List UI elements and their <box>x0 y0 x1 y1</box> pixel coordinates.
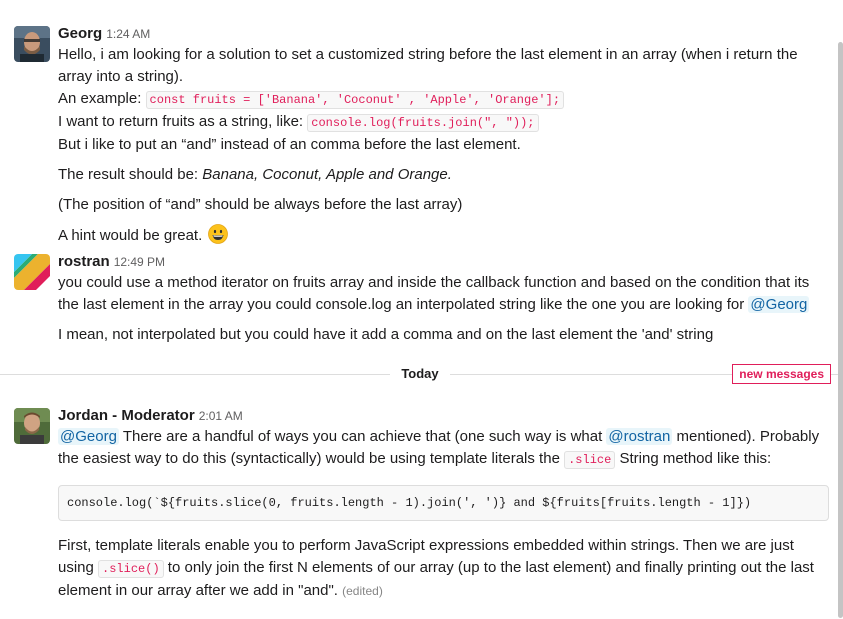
new-messages-badge[interactable]: new messages <box>732 364 831 384</box>
code-block: console.log(`${fruits.slice(0, fruits.le… <box>58 485 829 521</box>
inline-code: .slice() <box>98 560 164 578</box>
text-label: The result should be: <box>58 166 203 183</box>
user-mention[interactable]: @rostran <box>606 428 673 445</box>
sender-name[interactable]: rostran <box>58 253 110 270</box>
message-header: Jordan - Moderator 2:01 AM <box>58 406 829 426</box>
user-mention[interactable]: @Georg <box>58 428 119 445</box>
text-segment: String method like this: <box>615 450 772 467</box>
inline-code: .slice <box>564 451 616 469</box>
edited-label: (edited) <box>342 584 383 598</box>
message-body-rostran: rostran 12:49 PM you could use a method i… <box>58 252 829 346</box>
sender-name[interactable]: Jordan - Moderator <box>58 407 195 424</box>
timestamp[interactable]: 12:49 PM <box>114 255 165 269</box>
message-body-jordan: Jordan - Moderator 2:01 AM @Georg There a… <box>58 406 829 602</box>
message-text: I mean, not interpolated but you could h… <box>58 326 714 343</box>
message-text: @Georg There are a handful of ways you c… <box>58 426 829 471</box>
inline-code: console.log(fruits.join(", ")); <box>307 114 539 132</box>
date-divider: Today new messages <box>0 364 843 384</box>
text-label: I want to return fruits as a string, lik… <box>58 113 308 130</box>
message-text: An example: const fruits = ['Banana', 'C… <box>58 88 829 111</box>
timestamp[interactable]: 1:24 AM <box>106 27 150 41</box>
timestamp[interactable]: 2:01 AM <box>199 409 243 423</box>
result-value: Banana, Coconut, Apple and Orange. <box>202 166 452 183</box>
text-segment: to only join the first N elements of our… <box>58 559 814 599</box>
inline-code: const fruits = ['Banana', 'Coconut' , 'A… <box>145 91 565 109</box>
message-header: Georg 1:24 AM <box>58 24 829 44</box>
message-text: But i like to put an “and” instead of an… <box>58 136 521 153</box>
message-header: rostran 12:49 PM <box>58 252 829 272</box>
message-text: A hint would be great. <box>58 224 829 247</box>
message-text: I want to return fruits as a string, lik… <box>58 111 829 134</box>
avatar-georg[interactable] <box>14 26 50 62</box>
message-text: (The position of “and” should be always … <box>58 196 463 213</box>
avatar-jordan[interactable] <box>14 408 50 444</box>
text-segment: There are a handful of ways you can achi… <box>118 428 607 445</box>
message-text: The result should be: Banana, Coconut, A… <box>58 164 829 186</box>
text-label: A hint would be great. <box>58 227 203 244</box>
scrollbar[interactable] <box>838 42 843 618</box>
message-text: First, template literals enable you to p… <box>58 535 829 602</box>
text-segment: you could use a method iterator on fruit… <box>58 274 810 313</box>
avatar-rostran[interactable] <box>14 254 50 290</box>
message-text: Hello, i am looking for a solution to se… <box>58 46 798 85</box>
text-label: An example: <box>58 90 146 107</box>
message-body-georg: Georg 1:24 AM Hello, i am looking for a s… <box>58 24 829 247</box>
grinning-face-icon[interactable] <box>208 224 229 244</box>
date-label[interactable]: Today <box>390 364 450 384</box>
sender-name[interactable]: Georg <box>58 25 102 42</box>
user-mention[interactable]: @Georg <box>748 296 810 313</box>
message-text: you could use a method iterator on fruit… <box>58 272 829 316</box>
